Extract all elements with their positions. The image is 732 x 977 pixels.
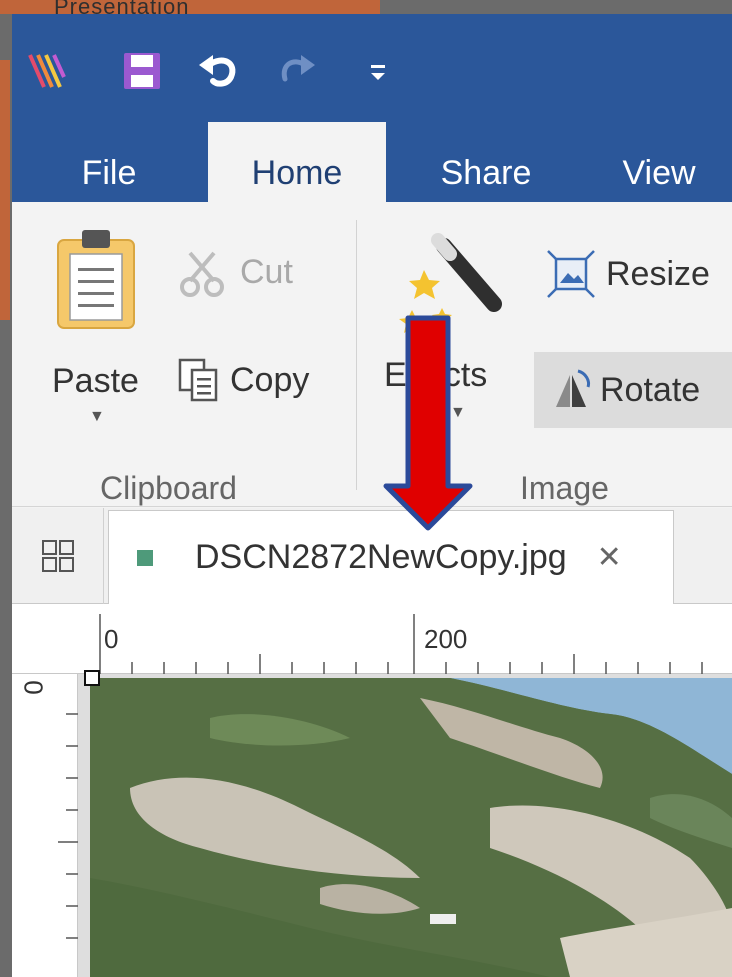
document-tabstrip: DSCN2872NewCopy.jpg ✕ xyxy=(12,508,732,604)
tab-home[interactable]: Home xyxy=(208,122,386,202)
effects-button[interactable] xyxy=(398,232,506,342)
tab-share[interactable]: Share xyxy=(416,144,556,202)
horizontal-ruler: 0 200 xyxy=(12,604,732,674)
ribbon: Paste ▼ Cut Copy Effects ▼ Resize Rotate… xyxy=(12,202,732,507)
image-group-label: Image xyxy=(520,470,609,506)
vertical-ruler: 0 xyxy=(12,674,78,977)
redo-button[interactable] xyxy=(274,47,320,95)
ruler-label-200: 200 xyxy=(424,624,468,654)
effects-dropdown-icon[interactable]: ▼ xyxy=(450,404,466,422)
paste-dropdown-icon[interactable]: ▼ xyxy=(89,408,105,426)
rotate-label: Rotate xyxy=(600,370,701,409)
copy-icon xyxy=(178,358,218,402)
redo-icon xyxy=(281,55,315,82)
scissors-icon xyxy=(180,251,224,297)
photo-preview xyxy=(90,678,732,977)
save-icon xyxy=(124,53,160,89)
ruler-label-left-0: 0 xyxy=(18,680,49,695)
app-logo-icon[interactable] xyxy=(22,47,72,95)
background-window-edge xyxy=(0,60,10,320)
resize-icon xyxy=(547,250,595,298)
close-tab-icon[interactable]: ✕ xyxy=(597,540,622,575)
document-tab[interactable]: DSCN2872NewCopy.jpg ✕ xyxy=(108,510,674,604)
title-bar xyxy=(12,14,732,122)
document-status-icon xyxy=(137,549,153,566)
tab-file[interactable]: File xyxy=(64,144,154,202)
save-button[interactable] xyxy=(118,47,166,95)
ribbon-group-separator xyxy=(356,220,357,490)
clipboard-group-label: Clipboard xyxy=(100,470,237,506)
paste-label: Paste xyxy=(52,362,139,400)
rotate-icon xyxy=(556,369,590,407)
cut-button[interactable]: Cut xyxy=(180,242,293,302)
cut-label: Cut xyxy=(240,252,293,291)
selection-handle[interactable] xyxy=(84,670,100,686)
resize-label: Resize xyxy=(606,254,710,293)
document-tab-filename: DSCN2872NewCopy.jpg xyxy=(195,538,567,576)
magic-wand-icon xyxy=(399,233,502,333)
rotate-button[interactable]: Rotate xyxy=(534,352,732,428)
image-canvas[interactable]: 0 200 0 xyxy=(12,604,732,977)
resize-button[interactable]: Resize xyxy=(546,242,710,306)
copy-button[interactable]: Copy xyxy=(178,347,309,413)
ruler-label-0: 0 xyxy=(104,624,119,654)
thumbnail-view-button[interactable] xyxy=(12,508,104,604)
customize-qat-icon[interactable] xyxy=(362,47,394,95)
copy-label: Copy xyxy=(230,360,310,399)
undo-button[interactable] xyxy=(194,47,244,95)
effects-label: Effects xyxy=(384,356,488,394)
app-window: File Home Share View Paste ▼ Cut Copy Ef… xyxy=(12,14,732,977)
clipboard-icon xyxy=(57,230,135,329)
tab-view[interactable]: View xyxy=(604,144,714,202)
grid-icon xyxy=(41,540,74,572)
undo-icon xyxy=(199,55,236,87)
